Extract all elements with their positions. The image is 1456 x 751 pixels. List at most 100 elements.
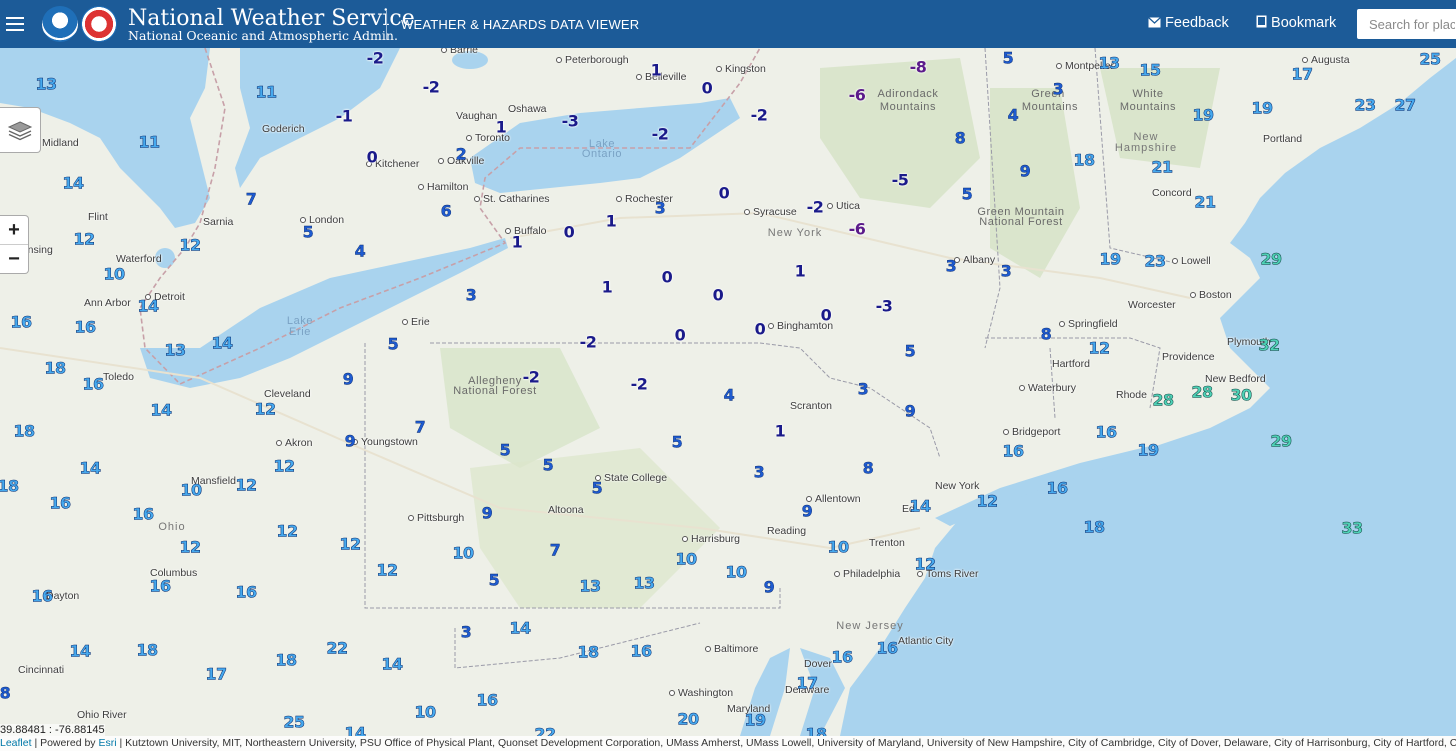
temperature-marker[interactable]: 16 <box>10 312 32 332</box>
temperature-marker[interactable]: 3 <box>1052 79 1064 98</box>
temperature-marker[interactable]: 18 <box>577 642 599 662</box>
temperature-marker[interactable]: 14 <box>62 173 84 193</box>
temperature-marker[interactable]: 16 <box>49 493 71 513</box>
bookmark-link[interactable]: Bookmark <box>1256 15 1336 31</box>
temperature-marker[interactable]: 25 <box>1419 49 1441 69</box>
temperature-marker[interactable]: -2 <box>367 49 384 68</box>
temperature-marker[interactable]: 0 <box>821 306 832 325</box>
temperature-marker[interactable]: 16 <box>74 317 96 337</box>
nws-logo[interactable] <box>81 6 117 42</box>
temperature-marker[interactable]: 5 <box>1002 48 1014 67</box>
temperature-marker[interactable]: 6 <box>440 201 452 220</box>
temperature-marker[interactable]: 16 <box>1046 478 1068 498</box>
temperature-marker[interactable]: 12 <box>1088 338 1110 358</box>
temperature-marker[interactable]: -2 <box>631 375 648 394</box>
search-input[interactable] <box>1357 9 1456 39</box>
temperature-marker[interactable]: 9 <box>1019 161 1031 180</box>
temperature-marker[interactable]: 29 <box>1260 249 1282 269</box>
temperature-marker[interactable]: 1 <box>606 212 617 231</box>
temperature-marker[interactable]: 22 <box>326 638 348 658</box>
temperature-marker[interactable]: 16 <box>82 374 104 394</box>
zoom-out-button[interactable]: − <box>0 244 28 273</box>
temperature-marker[interactable]: -1 <box>336 107 353 126</box>
temperature-marker[interactable]: 15 <box>1139 60 1161 80</box>
temperature-marker[interactable]: 3 <box>465 285 477 304</box>
temperature-marker[interactable]: -2 <box>751 106 768 125</box>
temperature-marker[interactable]: 8 <box>862 458 874 477</box>
temperature-marker[interactable]: 12 <box>976 491 998 511</box>
temperature-marker[interactable]: 4 <box>354 241 366 260</box>
temperature-marker[interactable]: 18 <box>805 724 827 736</box>
temperature-marker[interactable]: 12 <box>179 235 201 255</box>
temperature-marker[interactable]: 27 <box>1394 95 1416 115</box>
temperature-marker[interactable]: 16 <box>1095 422 1117 442</box>
temperature-marker[interactable]: -2 <box>580 333 597 352</box>
temperature-marker[interactable]: 14 <box>909 496 931 516</box>
temperature-marker[interactable]: 10 <box>675 549 697 569</box>
temperature-marker[interactable]: -8 <box>910 58 927 77</box>
temperature-marker[interactable]: 14 <box>69 641 91 661</box>
temperature-marker[interactable]: 9 <box>763 577 775 596</box>
temperature-marker[interactable]: 10 <box>103 264 125 284</box>
temperature-marker[interactable]: 1 <box>496 118 507 137</box>
temperature-marker[interactable]: 20 <box>677 709 699 729</box>
temperature-marker[interactable]: 3 <box>460 622 472 641</box>
temperature-marker[interactable]: 0 <box>755 320 766 339</box>
temperature-marker[interactable]: 0 <box>367 148 378 167</box>
temperature-marker[interactable]: 10 <box>725 562 747 582</box>
temperature-marker[interactable]: 10 <box>414 702 436 722</box>
temperature-marker[interactable]: -2 <box>523 368 540 387</box>
temperature-marker[interactable]: -2 <box>652 125 669 144</box>
temperature-marker[interactable]: 19 <box>1099 249 1121 269</box>
temperature-marker[interactable]: 4 <box>1007 105 1019 124</box>
temperature-marker[interactable]: 32 <box>1258 335 1280 355</box>
temperature-marker[interactable]: 0 <box>564 223 575 242</box>
temperature-marker[interactable]: 5 <box>961 184 973 203</box>
temperature-marker[interactable]: 7 <box>245 189 257 208</box>
temperature-marker[interactable]: 12 <box>254 399 276 419</box>
temperature-marker[interactable]: 18 <box>1073 150 1095 170</box>
temperature-marker[interactable]: 5 <box>671 432 683 451</box>
zoom-in-button[interactable]: + <box>0 216 28 244</box>
temperature-marker[interactable]: 18 <box>1083 517 1105 537</box>
temperature-marker[interactable]: 28 <box>1191 382 1213 402</box>
temperature-marker[interactable]: 18 <box>0 476 19 496</box>
temperature-marker[interactable]: 12 <box>235 475 257 495</box>
temperature-marker[interactable]: 21 <box>1151 157 1173 177</box>
temperature-marker[interactable]: 13 <box>633 573 655 593</box>
temperature-marker[interactable]: 11 <box>138 132 160 152</box>
temperature-marker[interactable]: -3 <box>562 112 579 131</box>
agency-title[interactable]: National Weather Service <box>128 8 415 30</box>
temperature-marker[interactable]: 9 <box>344 431 356 450</box>
temperature-marker[interactable]: 18 <box>136 640 158 660</box>
temperature-marker[interactable]: 22 <box>534 724 556 736</box>
temperature-marker[interactable]: 21 <box>1194 192 1216 212</box>
temperature-marker[interactable]: 1 <box>775 422 786 441</box>
temperature-marker[interactable]: 14 <box>79 458 101 478</box>
noaa-logo[interactable] <box>42 6 78 42</box>
temperature-marker[interactable]: 17 <box>796 673 818 693</box>
temperature-marker[interactable]: 14 <box>344 723 366 736</box>
temperature-marker[interactable]: 12 <box>273 456 295 476</box>
temperature-marker[interactable]: 11 <box>255 82 277 102</box>
temperature-marker[interactable]: 1 <box>602 278 613 297</box>
temperature-marker[interactable]: 5 <box>488 570 500 589</box>
temperature-marker[interactable]: 7 <box>549 540 561 559</box>
temperature-marker[interactable]: 12 <box>73 229 95 249</box>
temperature-marker[interactable]: 19 <box>1192 105 1214 125</box>
temperature-marker[interactable]: 10 <box>452 543 474 563</box>
temperature-marker[interactable]: 23 <box>1354 95 1376 115</box>
temperature-marker[interactable]: 28 <box>1152 390 1174 410</box>
temperature-marker[interactable]: 1 <box>512 233 523 252</box>
temperature-marker[interactable]: 10 <box>180 480 202 500</box>
temperature-marker[interactable]: 17 <box>205 664 227 684</box>
map-viewport[interactable]: Adirondack Mountains Green Mountains White Mo… <box>0 48 1456 736</box>
temperature-marker[interactable]: 5 <box>499 440 511 459</box>
temperature-marker[interactable]: 4 <box>723 385 735 404</box>
temperature-marker[interactable]: 18 <box>44 358 66 378</box>
temperature-marker[interactable]: 9 <box>904 401 916 420</box>
temperature-marker[interactable]: 16 <box>630 641 652 661</box>
temperature-marker[interactable]: 18 <box>13 421 35 441</box>
temperature-marker[interactable]: 0 <box>675 326 686 345</box>
temperature-marker[interactable]: 3 <box>857 379 869 398</box>
